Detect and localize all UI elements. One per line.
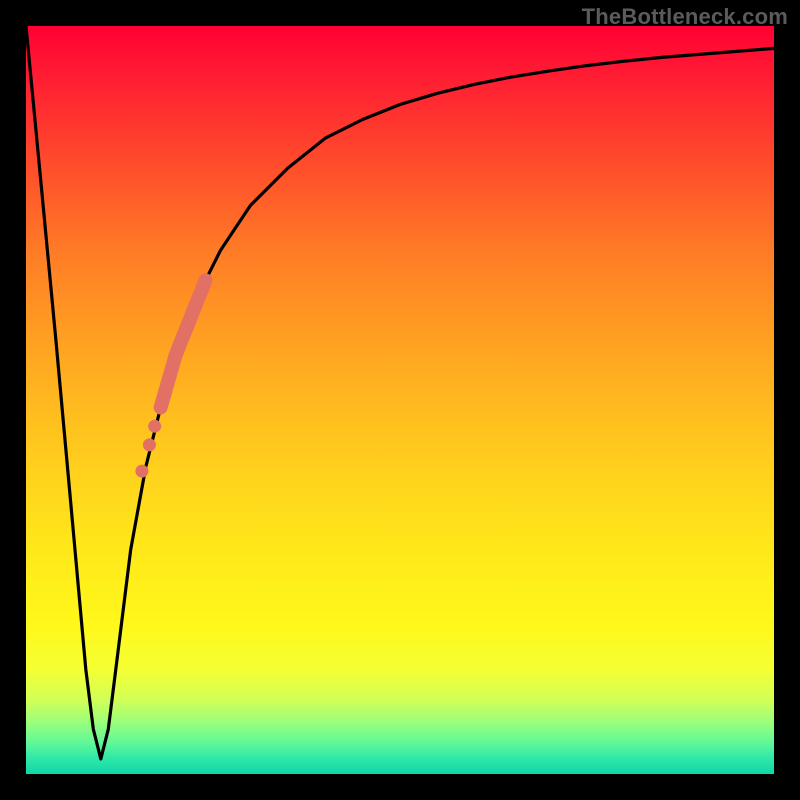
- chart-frame: TheBottleneck.com: [0, 0, 800, 800]
- marker-dot: [135, 465, 148, 478]
- marker-dots: [135, 420, 161, 478]
- bottleneck-curve: [26, 26, 774, 759]
- watermark-text: TheBottleneck.com: [582, 4, 788, 30]
- plot-area: [26, 26, 774, 774]
- highlighted-segment: [161, 280, 206, 407]
- curve-layer: [26, 26, 774, 774]
- marker-dot: [143, 438, 156, 451]
- marker-dot: [148, 420, 161, 433]
